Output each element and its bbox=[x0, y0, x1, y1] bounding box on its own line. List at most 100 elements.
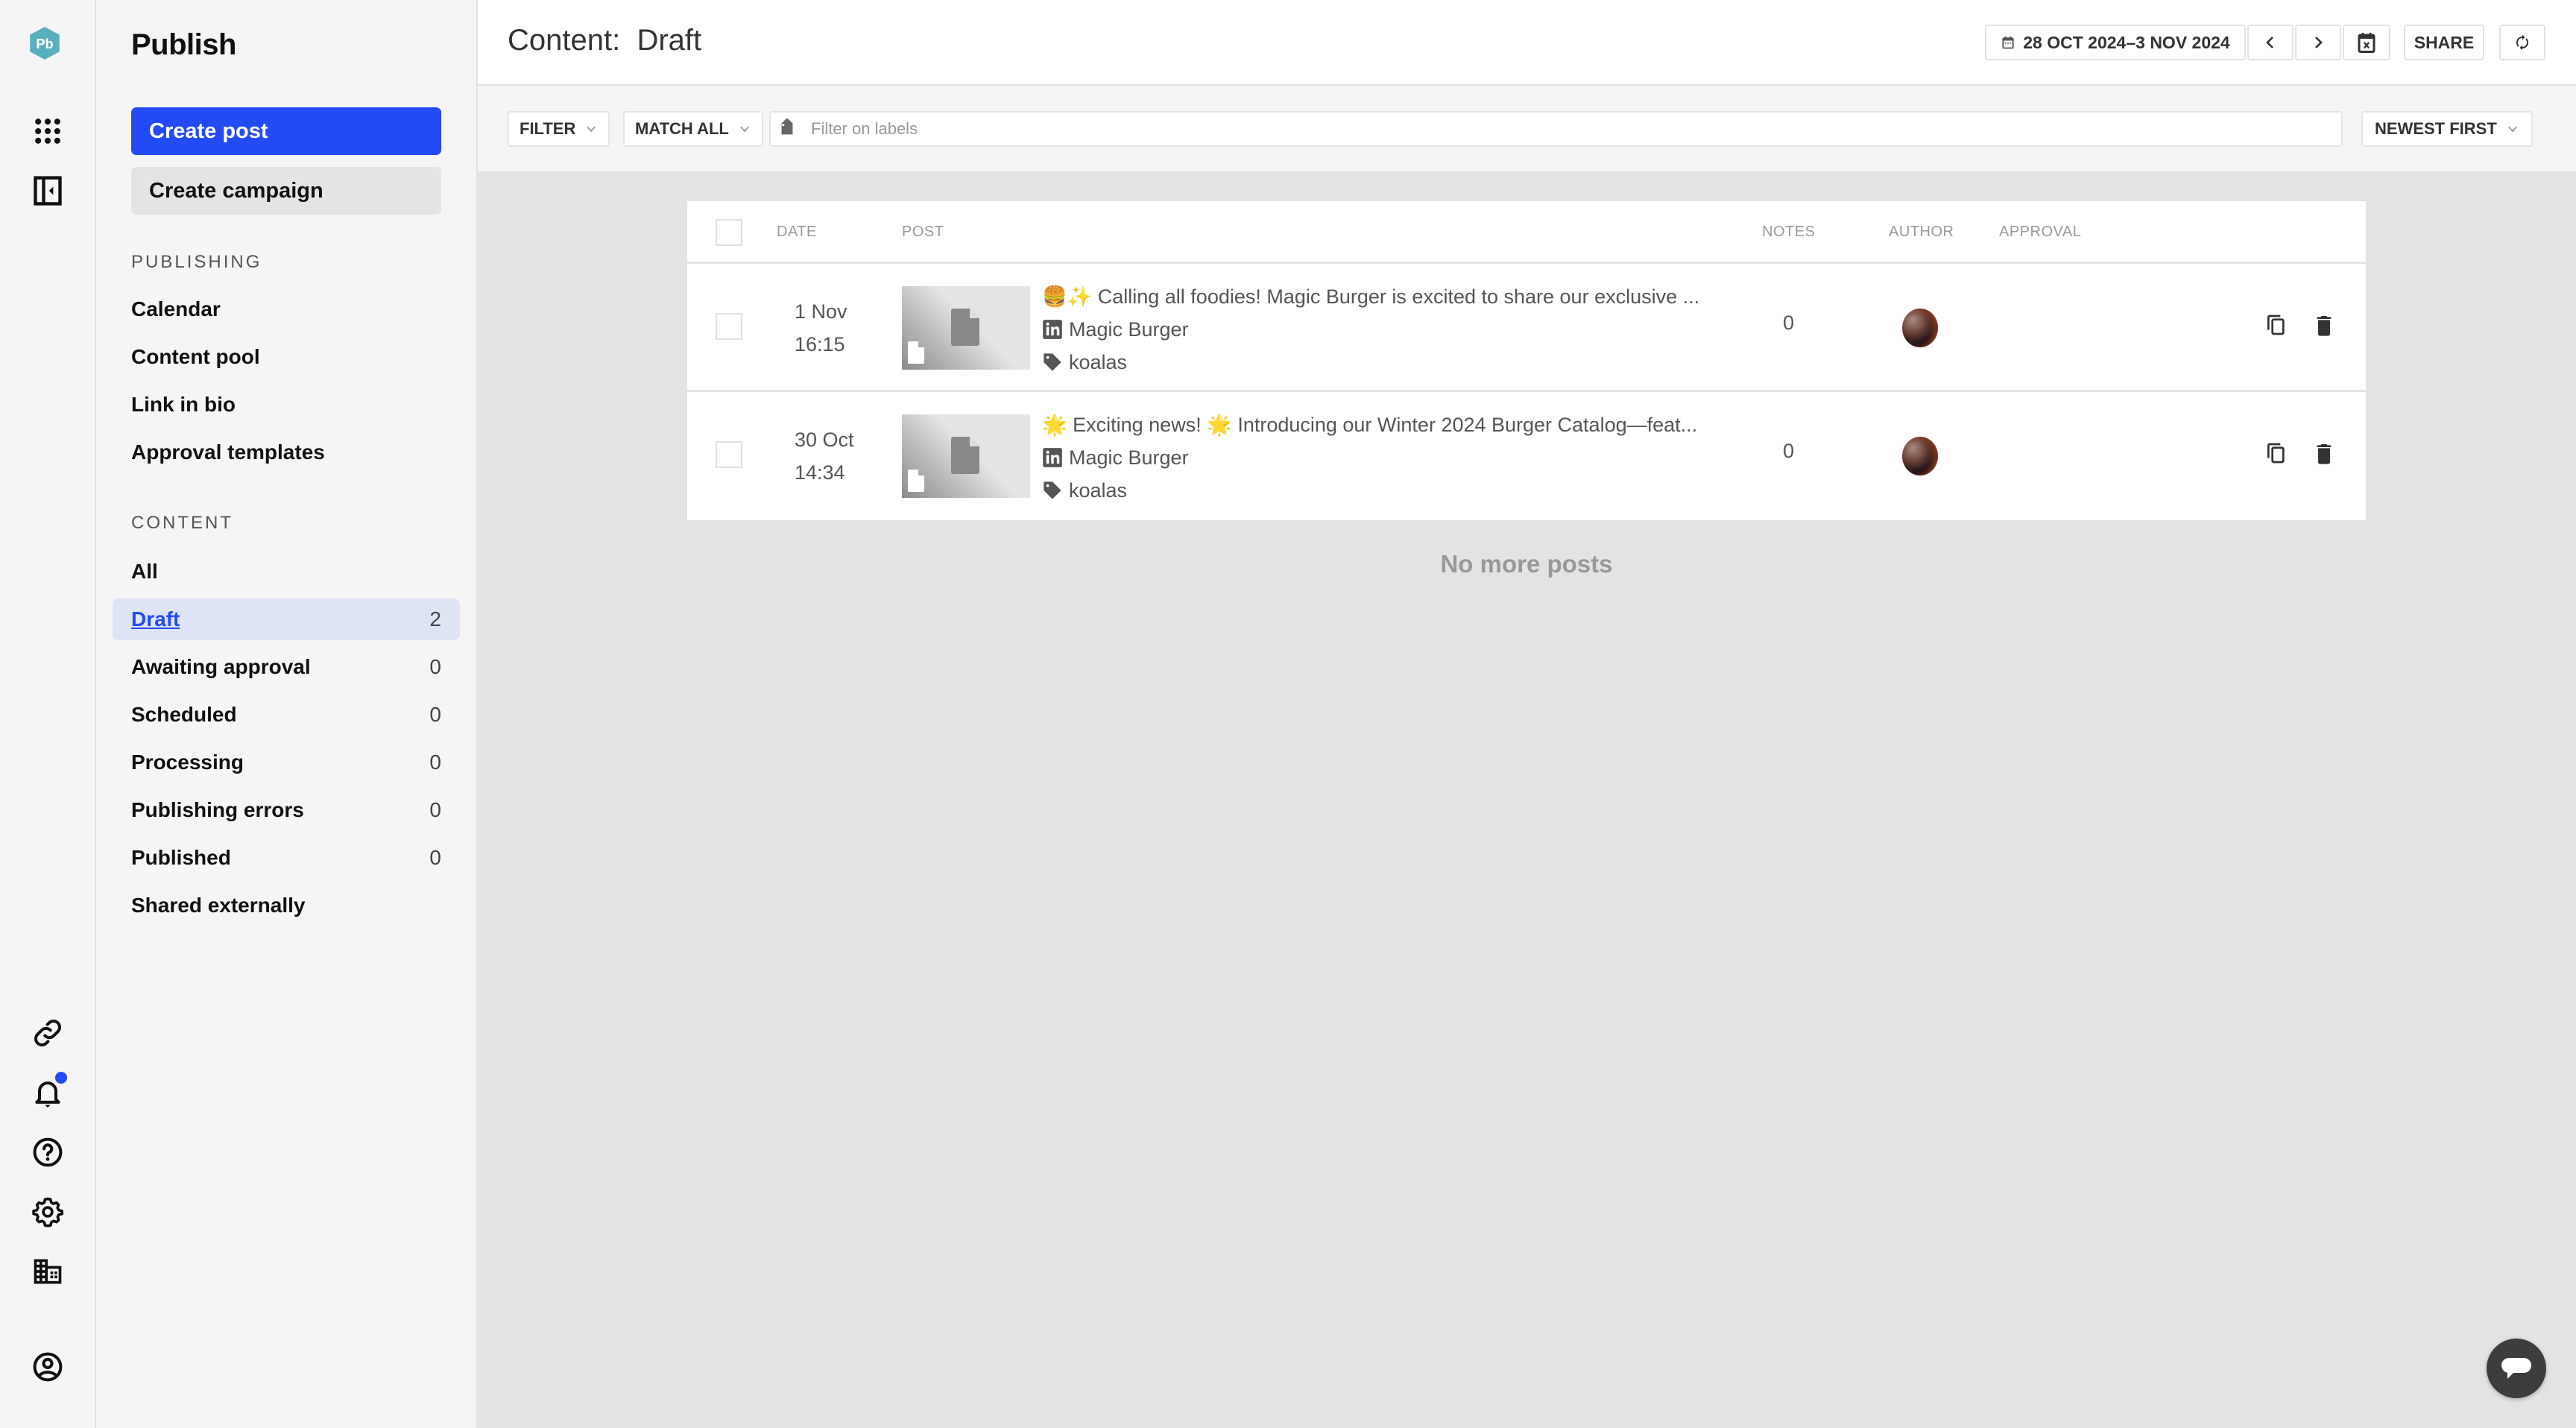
filter-bar: FILTER MATCH ALL NEWEST FIRST bbox=[478, 86, 2576, 171]
collapse-sidebar-icon bbox=[34, 176, 62, 206]
sidebar-item-count: 0 bbox=[429, 798, 441, 821]
help-button[interactable] bbox=[30, 1134, 66, 1170]
labels-filter-input[interactable] bbox=[811, 119, 2227, 139]
post-content[interactable]: 🍔✨ Calling all foodies! Magic Burger is … bbox=[1042, 280, 1713, 379]
organization-button[interactable] bbox=[30, 1254, 66, 1289]
document-icon bbox=[951, 309, 979, 346]
apps-grid-button[interactable] bbox=[30, 113, 66, 149]
row-checkbox[interactable] bbox=[716, 313, 742, 340]
select-all-checkbox[interactable] bbox=[716, 219, 742, 246]
post-time: 16:15 bbox=[795, 333, 845, 356]
post-account-name: Magic Burger bbox=[1069, 446, 1189, 469]
sidebar-item-calendar[interactable]: Calendar bbox=[113, 288, 460, 330]
post-thumbnail[interactable] bbox=[902, 286, 1030, 370]
sidebar-item-link-in-bio[interactable]: Link in bio bbox=[113, 384, 460, 426]
sidebar-item-label: Calendar bbox=[131, 297, 221, 320]
app-logo[interactable]: Pb bbox=[28, 27, 67, 70]
sidebar-item-count: 0 bbox=[429, 846, 441, 869]
post-preview-text[interactable]: 🍔✨ Calling all foodies! Magic Burger is … bbox=[1042, 280, 1713, 313]
chat-bubble-icon bbox=[2501, 1358, 2531, 1379]
main-header: Content: Draft 28 OCT 2024–3 NOV 2024 SH… bbox=[478, 0, 2576, 86]
labels-filter-field[interactable] bbox=[769, 111, 2343, 147]
duplicate-post-button[interactable] bbox=[2263, 312, 2290, 338]
sidebar-item-label: Scheduled bbox=[131, 703, 237, 726]
next-period-button[interactable] bbox=[2295, 25, 2341, 60]
sidebar-item-label: Processing bbox=[131, 751, 244, 774]
sidebar-item-awaiting-approval[interactable]: Awaiting approval 0 bbox=[113, 646, 460, 688]
end-of-list-message: No more posts bbox=[1440, 550, 1613, 578]
post-preview-text[interactable]: 🌟 Exciting news! 🌟 Introducing our Winte… bbox=[1042, 408, 1713, 441]
sidebar-item-processing[interactable]: Processing 0 bbox=[113, 742, 460, 783]
help-icon bbox=[33, 1137, 63, 1167]
table-row[interactable]: 1 Nov 16:15 🍔✨ Calling all foodies! Magi… bbox=[687, 264, 2366, 392]
copy-icon bbox=[2267, 315, 2285, 335]
sidebar-item-scheduled[interactable]: Scheduled 0 bbox=[113, 694, 460, 736]
post-content[interactable]: 🌟 Exciting news! 🌟 Introducing our Winte… bbox=[1042, 408, 1713, 507]
post-date: 1 Nov 16:15 bbox=[795, 295, 847, 361]
post-label-name: koalas bbox=[1069, 479, 1128, 502]
chevron-down-icon bbox=[739, 126, 749, 133]
building-icon bbox=[34, 1259, 62, 1284]
table-header: DATE POST NOTES AUTHOR APPROVAL bbox=[687, 201, 2366, 264]
support-chat-button[interactable] bbox=[2487, 1339, 2546, 1398]
post-label-name: koalas bbox=[1069, 351, 1128, 373]
row-checkbox[interactable] bbox=[716, 441, 742, 468]
post-notes-count: 0 bbox=[1783, 312, 1795, 334]
publishing-section-label: PUBLISHING bbox=[131, 252, 262, 272]
filter-dropdown[interactable]: FILTER bbox=[508, 111, 610, 147]
sidebar-item-label: Content pool bbox=[131, 345, 260, 368]
author-avatar[interactable] bbox=[1902, 309, 1938, 347]
table-row[interactable]: 30 Oct 14:34 🌟 Exciting news! 🌟 Introduc… bbox=[687, 392, 2366, 520]
trash-icon bbox=[2317, 444, 2332, 464]
tag-icon bbox=[781, 119, 793, 135]
sidebar-item-content-pool[interactable]: Content pool bbox=[113, 336, 460, 378]
sidebar-item-label: Draft bbox=[131, 607, 180, 631]
delete-post-button[interactable] bbox=[2311, 312, 2337, 338]
sidebar-item-draft[interactable]: Draft 2 bbox=[113, 598, 460, 640]
create-post-button[interactable]: Create post bbox=[131, 107, 441, 155]
sidebar-item-all[interactable]: All bbox=[113, 551, 460, 593]
sort-label: NEWEST FIRST bbox=[2375, 119, 2497, 138]
post-date-day: 30 Oct bbox=[795, 429, 854, 451]
chevron-down-icon bbox=[2507, 126, 2517, 133]
match-mode-label: MATCH ALL bbox=[635, 119, 729, 138]
date-range-button[interactable]: 28 OCT 2024–3 NOV 2024 bbox=[1985, 25, 2246, 60]
post-thumbnail[interactable] bbox=[902, 414, 1030, 498]
author-avatar[interactable] bbox=[1902, 437, 1938, 476]
column-header-author: AUTHOR bbox=[1889, 224, 1954, 240]
previous-period-button[interactable] bbox=[2247, 25, 2294, 60]
sidebar-item-count: 0 bbox=[429, 751, 441, 774]
trash-icon bbox=[2317, 316, 2332, 336]
delete-post-button[interactable] bbox=[2311, 440, 2337, 467]
sidebar-item-approval-templates[interactable]: Approval templates bbox=[113, 432, 460, 473]
chevron-down-icon bbox=[587, 126, 596, 133]
create-campaign-button[interactable]: Create campaign bbox=[131, 167, 441, 215]
duplicate-post-button[interactable] bbox=[2263, 440, 2290, 467]
sort-dropdown[interactable]: NEWEST FIRST bbox=[2361, 111, 2533, 147]
notifications-button[interactable] bbox=[30, 1072, 67, 1111]
sidebar-item-publishing-errors[interactable]: Publishing errors 0 bbox=[113, 789, 460, 831]
match-mode-dropdown[interactable]: MATCH ALL bbox=[623, 111, 763, 147]
sidebar-item-label: Awaiting approval bbox=[131, 655, 311, 678]
sidebar-item-label: Published bbox=[131, 846, 231, 869]
app-title: Publish bbox=[131, 28, 236, 61]
account-button[interactable] bbox=[30, 1349, 66, 1385]
collapse-sidebar-button[interactable] bbox=[30, 173, 66, 209]
sidebar-item-shared-externally[interactable]: Shared externally bbox=[113, 885, 460, 926]
posts-table: DATE POST NOTES AUTHOR APPROVAL 1 Nov 16… bbox=[687, 201, 2366, 520]
post-date: 30 Oct 14:34 bbox=[795, 423, 854, 489]
share-button[interactable]: SHARE bbox=[2404, 25, 2484, 60]
refresh-button[interactable] bbox=[2499, 25, 2545, 60]
sidebar-item-published[interactable]: Published 0 bbox=[113, 837, 460, 879]
post-date-day: 1 Nov bbox=[795, 300, 847, 323]
linkedin-icon bbox=[1043, 448, 1062, 467]
settings-button[interactable] bbox=[30, 1194, 66, 1230]
gear-icon bbox=[32, 1197, 64, 1228]
column-header-notes: NOTES bbox=[1762, 224, 1816, 240]
link-button[interactable] bbox=[30, 1015, 66, 1051]
clear-date-button[interactable] bbox=[2343, 25, 2390, 60]
column-header-date[interactable]: DATE bbox=[777, 224, 817, 241]
unread-notification-dot bbox=[55, 1072, 67, 1084]
sidebar-item-count: 0 bbox=[429, 703, 441, 726]
content-section-label: CONTENT bbox=[131, 513, 233, 533]
